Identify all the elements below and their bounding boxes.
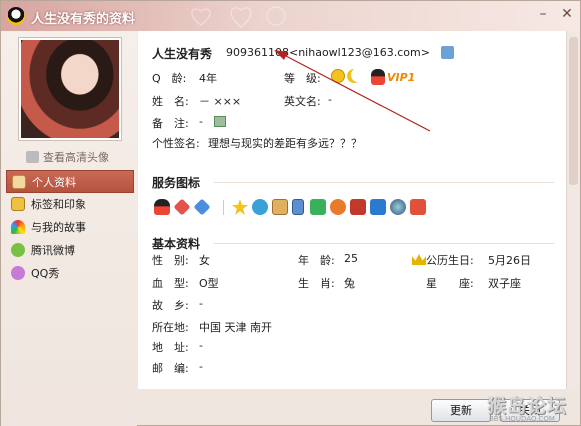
constellation-label: 星 座: — [426, 277, 474, 290]
pet-icon[interactable] — [330, 199, 346, 215]
bottom-bar: 更新 关闭 猴岛论坛 BBS.HOUDAO.COM — [138, 389, 580, 426]
sidebar-item-label: 与我的故事 — [31, 221, 86, 234]
note-value: - — [199, 115, 203, 128]
title-bar[interactable]: 人生没有秀的资料 – ✕ — [1, 1, 580, 31]
member-icon[interactable] — [272, 199, 288, 215]
close-window-button[interactable]: ✕ — [557, 5, 577, 23]
music-icon[interactable] — [350, 199, 366, 215]
moon-level-icon — [347, 69, 361, 83]
english-name-label: 英文名: — [284, 95, 321, 108]
watermark-url: BBS.HOUDAO.COM — [489, 415, 555, 423]
postcode-value: - — [199, 360, 203, 373]
note-label: 备 注: — [152, 117, 189, 130]
avatar-frame — [18, 37, 122, 141]
q-age-label: Q 龄: — [152, 72, 187, 85]
birthday-value: 5月26日 — [488, 254, 531, 267]
location-value: 中国 天津 南开 — [199, 321, 272, 334]
nickname: 人生没有秀 — [152, 47, 213, 61]
service-icons-row — [154, 198, 454, 217]
sidebar-item-stories[interactable]: 与我的故事 — [6, 216, 134, 239]
mail-icon[interactable] — [410, 199, 426, 215]
contact-card-icon[interactable] — [441, 46, 454, 59]
zodiac-value: 兔 — [344, 277, 355, 290]
qq-penguin-icon — [7, 7, 25, 25]
phone-icon[interactable] — [292, 199, 304, 215]
name-value: － ××× — [199, 95, 242, 108]
english-name-value: - — [328, 93, 332, 106]
watermark: 猴岛论坛 BBS.HOUDAO.COM — [483, 389, 580, 426]
postcode-label: 邮 编: — [152, 362, 189, 375]
refresh-button[interactable]: 更新 — [431, 399, 491, 422]
age-value: 25 — [344, 252, 358, 265]
scrollbar-thumb[interactable] — [569, 37, 578, 185]
person-card-icon — [12, 175, 26, 189]
star-icon[interactable] — [232, 199, 248, 215]
basic-info-section-title: 基本资料 — [152, 237, 201, 251]
view-hd-avatar-link[interactable]: 查看高清头像 — [26, 149, 109, 165]
hd-avatar-icon — [26, 151, 39, 163]
rainbow-icon — [11, 220, 25, 234]
sidebar-item-tags[interactable]: 标签和印象 — [6, 193, 134, 216]
sidebar-item-label: 腾讯微博 — [31, 244, 75, 257]
signature-value: 理想与现实的差距有多远？？？ — [208, 137, 362, 150]
tag-icon — [11, 197, 25, 211]
camera-icon[interactable] — [370, 199, 386, 215]
constellation-value: 双子座 — [488, 277, 521, 290]
blood-type-label: 血 型: — [152, 277, 189, 290]
section-divider — [214, 243, 554, 244]
level-label: 等 级: — [284, 72, 321, 85]
vip-penguin-icon — [371, 69, 385, 85]
hearts-decoration-icon — [191, 6, 286, 28]
sidebar-item-label: QQ秀 — [31, 267, 60, 280]
address-label: 地 址: — [152, 341, 189, 354]
minimize-button[interactable]: – — [533, 5, 553, 23]
section-divider — [214, 182, 554, 183]
qzone-icon[interactable] — [252, 199, 268, 215]
profile-content: 人生没有秀 909361108<nihaowl123@163.com> Q 龄:… — [138, 31, 566, 389]
avatar[interactable] — [21, 40, 119, 138]
view-hd-avatar-label: 查看高清头像 — [43, 151, 109, 164]
signature-label: 个性签名: — [152, 137, 200, 150]
watermark-title: 猴岛论坛 — [487, 395, 568, 417]
hometown-value: - — [199, 297, 203, 310]
globe-icon[interactable] — [390, 199, 406, 215]
edit-note-icon[interactable] — [214, 116, 226, 127]
qq-show-icon — [11, 266, 25, 280]
crown-icon — [412, 254, 426, 265]
qq-and-email: 909361108<nihaowl123@163.com> — [226, 46, 430, 59]
gender-label: 性 别: — [152, 254, 189, 267]
red-diamond-icon[interactable] — [173, 198, 191, 216]
window-title: 人生没有秀的资料 — [31, 12, 136, 27]
weibo-icon — [11, 243, 25, 257]
sidebar-item-qq-show[interactable]: QQ秀 — [6, 262, 134, 285]
age-label: 年 龄: — [298, 254, 335, 267]
address-value: - — [199, 339, 203, 352]
game-icon[interactable] — [310, 199, 326, 215]
profile-window: 人生没有秀的资料 – ✕ 查看高清头像 个人资料 标签和印象 与我的故事 腾讯微… — [0, 0, 581, 426]
blue-diamond-icon[interactable] — [193, 198, 211, 216]
location-label: 所在地: — [152, 321, 189, 334]
sidebar-item-profile[interactable]: 个人资料 — [6, 170, 134, 193]
sun-level-icon — [331, 69, 345, 83]
birthday-label: 公历生日: — [426, 254, 474, 267]
zodiac-label: 生 肖: — [298, 277, 335, 290]
vertical-scrollbar[interactable] — [566, 31, 580, 389]
sidebar-nav: 个人资料 标签和印象 与我的故事 腾讯微博 QQ秀 — [6, 170, 134, 285]
blood-type-value: O型 — [199, 277, 219, 290]
name-label: 姓 名: — [152, 95, 189, 108]
services-section-title: 服务图标 — [152, 176, 201, 190]
q-age-value: 4年 — [199, 72, 217, 85]
sidebar-item-weibo[interactable]: 腾讯微博 — [6, 239, 134, 262]
sidebar-item-label: 个人资料 — [32, 176, 76, 189]
hometown-label: 故 乡: — [152, 299, 189, 312]
vip-badge[interactable]: VIP1 — [387, 71, 415, 84]
sidebar-item-label: 标签和印象 — [31, 198, 86, 211]
gender-value: 女 — [199, 254, 210, 267]
left-panel: 查看高清头像 个人资料 标签和印象 与我的故事 腾讯微博 QQ秀 — [1, 31, 137, 426]
qq-penguin-icon[interactable] — [154, 199, 170, 215]
service-divider — [223, 200, 224, 215]
